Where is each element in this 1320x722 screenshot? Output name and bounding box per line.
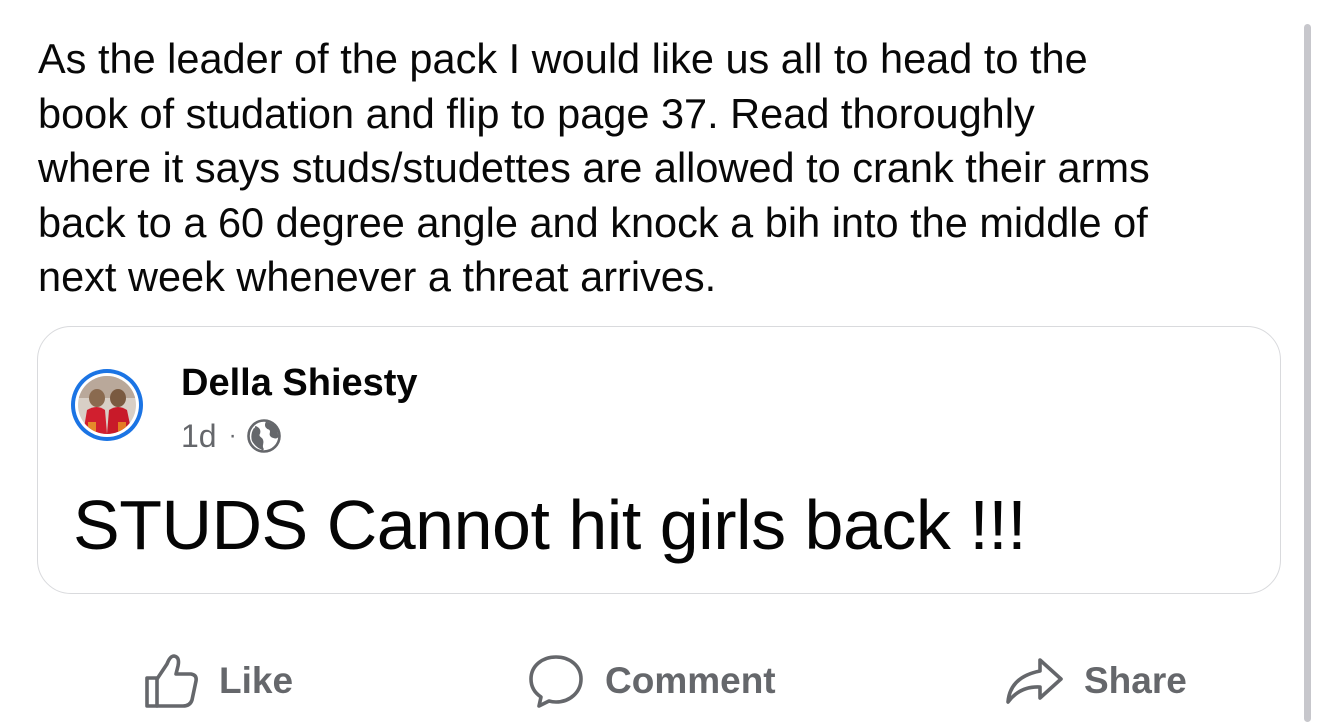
meta-separator: · (228, 422, 237, 449)
share-button[interactable]: Share (1004, 648, 1187, 714)
like-label: Like (219, 660, 294, 701)
author-name[interactable]: Della Shiesty (181, 361, 418, 405)
comment-button[interactable]: Comment (527, 648, 776, 714)
post-text: As the leader of the pack I would like u… (38, 35, 1150, 300)
share-arrow-icon (1006, 658, 1063, 704)
like-button[interactable]: Like (143, 648, 293, 714)
post-timestamp[interactable]: 1d (181, 418, 217, 455)
comment-bubble-icon (529, 655, 583, 708)
scrollbar[interactable] (1304, 24, 1311, 722)
post-meta: 1d · (181, 416, 281, 456)
thumbs-up-icon (145, 654, 198, 708)
globe-icon (246, 419, 281, 453)
shared-post-text: STUDS Cannot hit girls back !!! (73, 486, 1027, 564)
shared-post-card[interactable]: Della Shiesty 1d · STUDS Cannot hit girl… (37, 326, 1281, 594)
avatar[interactable] (71, 369, 143, 441)
comment-label: Comment (605, 660, 776, 701)
avatar-photo (78, 376, 136, 434)
action-bar: Like Comment Share (0, 648, 1300, 714)
share-label: Share (1084, 660, 1187, 701)
